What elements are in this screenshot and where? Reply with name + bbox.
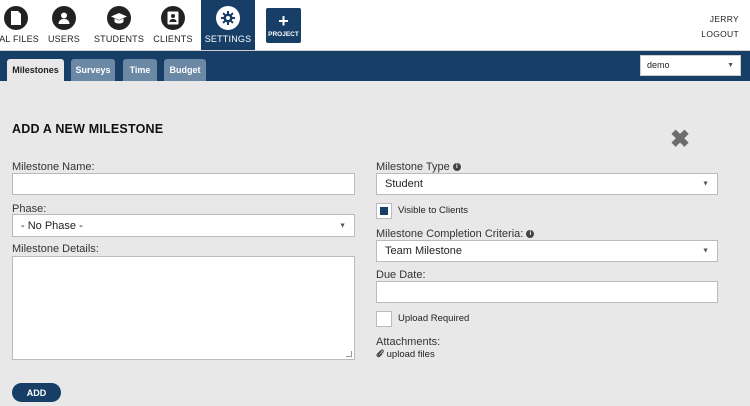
new-project-button[interactable]: + PROJECT: [266, 8, 301, 43]
visible-to-clients-checkbox[interactable]: [376, 203, 392, 219]
caret-down-icon: ▼: [702, 247, 709, 255]
project-label: PROJECT: [268, 31, 299, 38]
completion-criteria-label: Milestone Completion Criteria: i: [376, 228, 535, 240]
gear-icon: [216, 6, 240, 30]
account-select-value: demo: [647, 60, 670, 70]
page-title: ADD A NEW MILESTONE: [12, 122, 164, 136]
contact-card-icon: [161, 6, 185, 30]
visible-to-clients-label: Visible to Clients: [398, 205, 469, 216]
milestone-type-label: Milestone Type i: [376, 161, 461, 173]
tab-milestones[interactable]: Milestones: [7, 59, 64, 81]
nav-label: BAL FILES: [0, 34, 39, 44]
resize-handle-icon[interactable]: [346, 351, 352, 357]
user-menu: JERRY LOGOUT: [701, 12, 739, 42]
top-navigation: BAL FILES USERS STUDENTS CLIENTS SETTING…: [0, 0, 750, 51]
nav-label: CLIENTS: [153, 34, 193, 44]
caret-down-icon: ▼: [727, 62, 734, 69]
milestone-type-select[interactable]: Student ▼: [376, 173, 718, 195]
milestone-details-label: Milestone Details:: [12, 243, 99, 255]
milestone-details-textarea[interactable]: [12, 256, 355, 360]
phase-select[interactable]: - No Phase - ▼: [12, 214, 355, 237]
paperclip-icon: [376, 349, 387, 360]
logout-link[interactable]: LOGOUT: [701, 27, 739, 42]
nav-item-settings[interactable]: SETTINGS: [201, 0, 255, 50]
add-button[interactable]: ADD: [12, 383, 61, 402]
milestone-type-select-value: Student: [385, 178, 423, 190]
close-icon[interactable]: ✖: [670, 128, 690, 152]
settings-tab-bar: Milestones Surveys Time Budget: [0, 51, 750, 81]
caret-down-icon: ▼: [339, 222, 346, 229]
nav-label: STUDENTS: [93, 34, 145, 44]
user-name[interactable]: JERRY: [701, 12, 739, 27]
upload-files-link[interactable]: upload files: [376, 349, 435, 360]
milestone-name-label: Milestone Name:: [12, 161, 95, 173]
plus-icon: +: [278, 11, 289, 31]
due-date-label: Due Date:: [376, 269, 426, 281]
nav-item-students[interactable]: STUDENTS: [94, 0, 144, 50]
file-icon: [4, 6, 28, 30]
upload-required-checkbox[interactable]: [376, 311, 392, 327]
tab-budget[interactable]: Budget: [164, 59, 206, 81]
upload-files-label: upload files: [386, 349, 435, 360]
tab-time[interactable]: Time: [123, 59, 157, 81]
nav-label: SETTINGS: [204, 34, 252, 44]
due-date-input[interactable]: [376, 281, 718, 303]
tab-surveys[interactable]: Surveys: [71, 59, 115, 81]
caret-down-icon: ▼: [702, 180, 709, 188]
info-icon[interactable]: i: [452, 163, 461, 172]
nav-item-users[interactable]: USERS: [46, 0, 82, 50]
account-select[interactable]: demo ▼: [640, 55, 741, 76]
completion-criteria-select-value: Team Milestone: [385, 245, 463, 257]
user-icon: [52, 6, 76, 30]
completion-criteria-label-text: Milestone Completion Criteria:: [376, 228, 524, 240]
nav-label: USERS: [47, 34, 80, 44]
info-icon[interactable]: i: [526, 230, 535, 239]
graduation-cap-icon: [107, 6, 131, 30]
nav-item-clients[interactable]: CLIENTS: [153, 0, 193, 50]
phase-select-value: - No Phase -: [21, 219, 83, 232]
milestone-name-input[interactable]: [12, 173, 355, 195]
completion-criteria-select[interactable]: Team Milestone ▼: [376, 240, 718, 262]
nav-item-global-files[interactable]: BAL FILES: [0, 0, 39, 50]
upload-required-label: Upload Required: [398, 313, 470, 324]
attachments-label: Attachments:: [376, 336, 441, 348]
milestone-type-label-text: Milestone Type: [376, 161, 450, 173]
